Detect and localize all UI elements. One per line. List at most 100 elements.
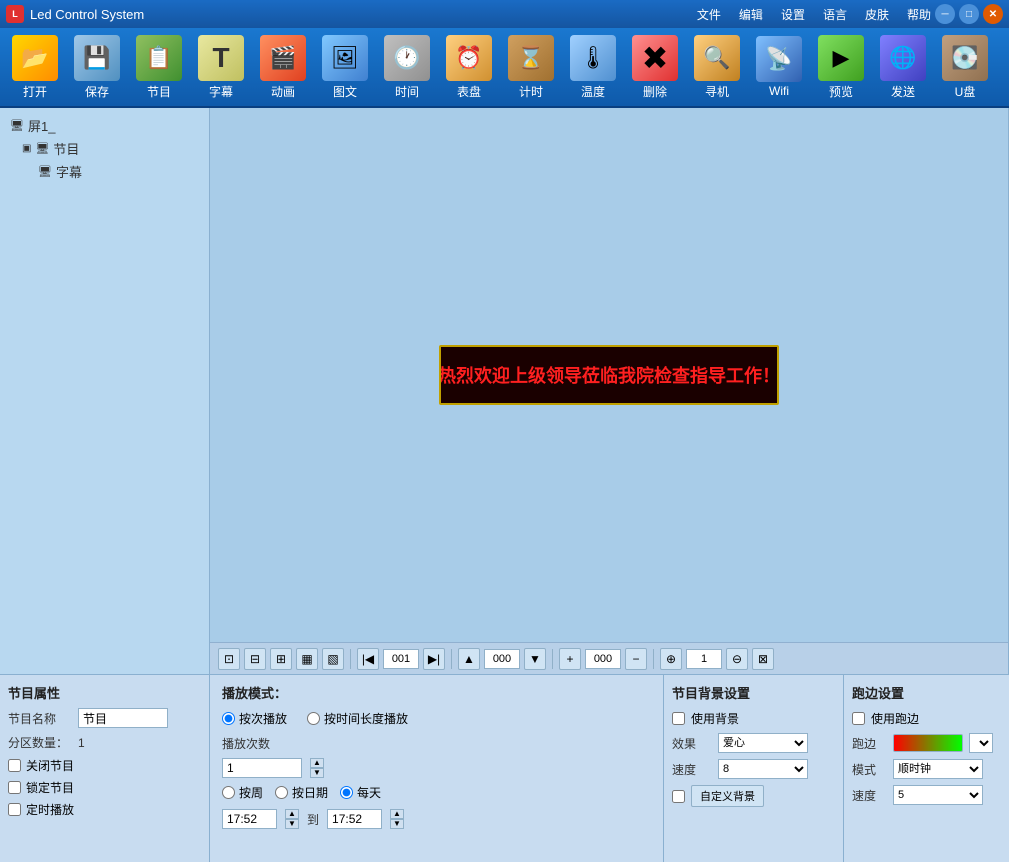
ctrl-next-page[interactable]: ▶|: [423, 648, 445, 670]
tool-animation[interactable]: 🎬 动画: [254, 31, 312, 104]
timer-row[interactable]: 定时播放: [8, 801, 201, 818]
tool-send[interactable]: 🌐 发送: [874, 31, 932, 104]
marquee-title: 跑边设置: [852, 683, 1001, 702]
ctrl-grid2[interactable]: ⊟: [244, 648, 266, 670]
tool-usb[interactable]: 💽 U盘: [936, 31, 994, 104]
tree-item-subtitle[interactable]: 🖥 字幕: [6, 160, 203, 183]
tool-time[interactable]: 🕐 时间: [378, 31, 436, 104]
close-button[interactable]: ✕: [983, 4, 1003, 24]
up-input[interactable]: [484, 649, 520, 669]
close-prog-row[interactable]: 关闭节目: [8, 757, 201, 774]
ctrl-grid4[interactable]: ▦: [296, 648, 318, 670]
use-marquee-row: 使用跑边: [852, 710, 1001, 727]
to-spin-up[interactable]: ▲: [390, 809, 404, 819]
radio-by-time-input[interactable]: [307, 712, 320, 725]
use-bg-checkbox[interactable]: [672, 712, 685, 725]
lock-prog-checkbox[interactable]: [8, 781, 21, 794]
tool-save[interactable]: 💾 保存: [68, 31, 126, 104]
prop-name-input[interactable]: [78, 708, 168, 728]
menu-language[interactable]: 语言: [819, 4, 851, 25]
window-controls: ─ □ ✕: [935, 4, 1003, 24]
tool-temp[interactable]: 🌡 温度: [564, 31, 622, 104]
menu-help[interactable]: 帮助: [903, 4, 935, 25]
menu-skin[interactable]: 皮肤: [861, 4, 893, 25]
separator3: [552, 649, 553, 669]
page-input[interactable]: [383, 649, 419, 669]
lock-prog-row[interactable]: 锁定节目: [8, 779, 201, 796]
tool-program[interactable]: 📋 节目: [130, 31, 188, 104]
ctrl-grid1[interactable]: ⊡: [218, 648, 240, 670]
menu-edit[interactable]: 编辑: [735, 4, 767, 25]
ctrl-up[interactable]: ▲: [458, 648, 480, 670]
animation-label: 动画: [271, 83, 295, 100]
ctrl-plus[interactable]: +: [559, 648, 581, 670]
ctrl-fit[interactable]: ⊠: [752, 648, 774, 670]
tree-item-program[interactable]: ▣ 🖥 节目: [6, 137, 203, 160]
time-from-input[interactable]: [222, 809, 277, 829]
use-marquee-checkbox[interactable]: [852, 712, 865, 725]
tool-wifi[interactable]: 📡 Wifi: [750, 32, 808, 102]
tool-delete[interactable]: ✖ 删除: [626, 31, 684, 104]
ctrl-prev-page[interactable]: |◀: [357, 648, 379, 670]
ctrl-grid5[interactable]: ▧: [322, 648, 344, 670]
mode-row: 模式 顺时钟: [852, 759, 1001, 779]
tool-search[interactable]: 🔍 寻机: [688, 31, 746, 104]
bg-title: 节目背景设置: [672, 683, 835, 702]
tool-image[interactable]: 🖼 图文: [316, 31, 374, 104]
from-spin-down[interactable]: ▼: [285, 819, 299, 829]
radio-by-week[interactable]: 按周: [222, 784, 263, 801]
radio-by-week-input[interactable]: [222, 786, 235, 799]
radio-by-count-input[interactable]: [222, 712, 235, 725]
plus-input[interactable]: [585, 649, 621, 669]
ctrl-zoom-in[interactable]: ⊕: [660, 648, 682, 670]
mode-select[interactable]: 顺时钟: [893, 759, 983, 779]
play-count-input[interactable]: [222, 758, 302, 778]
custom-bg-checkbox[interactable]: [672, 790, 685, 803]
radio-by-day-input[interactable]: [340, 786, 353, 799]
count-spin-down[interactable]: ▼: [310, 768, 324, 778]
mq-speed-select[interactable]: 5: [893, 785, 983, 805]
ctrl-down[interactable]: ▼: [524, 648, 546, 670]
program-tree-icon: 🖥: [35, 142, 49, 155]
tool-preview[interactable]: ▶ 预览: [812, 31, 870, 104]
subtitle-tree-icon: 🖥: [38, 165, 52, 178]
bg-speed-select[interactable]: 8: [718, 759, 808, 779]
ctrl-grid3[interactable]: ⊞: [270, 648, 292, 670]
tree-item-screen[interactable]: 🖥 屏1_: [6, 114, 203, 137]
from-spin-up[interactable]: ▲: [285, 809, 299, 819]
time-to-input[interactable]: [327, 809, 382, 829]
border-color-bar[interactable]: [893, 734, 963, 752]
to-spin-down[interactable]: ▼: [390, 819, 404, 829]
open-label: 打开: [23, 83, 47, 100]
menu-file[interactable]: 文件: [693, 4, 725, 25]
wifi-icon: 📡: [756, 36, 802, 82]
ctrl-minus[interactable]: −: [625, 648, 647, 670]
timer-checkbox[interactable]: [8, 803, 21, 816]
minimize-button[interactable]: ─: [935, 4, 955, 24]
ctrl-zoom-out[interactable]: ⊖: [726, 648, 748, 670]
tool-timer[interactable]: ⌛ 计时: [502, 31, 560, 104]
restore-button[interactable]: □: [959, 4, 979, 24]
radio-by-date-input[interactable]: [275, 786, 288, 799]
radio-by-date[interactable]: 按日期: [275, 784, 328, 801]
radio-by-count[interactable]: 按次播放: [222, 710, 287, 727]
tool-clock[interactable]: ⏰ 表盘: [440, 31, 498, 104]
tool-open[interactable]: 📂 打开: [6, 31, 64, 104]
subtitle-icon: T: [198, 35, 244, 81]
close-prog-checkbox[interactable]: [8, 759, 21, 772]
preview-canvas: 热烈欢迎上级领导莅临我院检查指导工作！: [210, 108, 1008, 642]
radio-by-time-label: 按时间长度播放: [324, 710, 408, 727]
bottom-area: 节目属性 节目名称 分区数量： 1 关闭节目 锁定节目 定时播放 播放模式： 按…: [0, 674, 1009, 862]
radio-by-time[interactable]: 按时间长度播放: [307, 710, 408, 727]
schedule-row: 按周 按日期 每天: [222, 784, 651, 801]
effect-select[interactable]: 爱心: [718, 733, 808, 753]
speed-row: 速度 8: [672, 759, 835, 779]
border-color-select[interactable]: ▼: [969, 733, 993, 753]
custom-bg-button[interactable]: 自定义背景: [691, 785, 764, 807]
animation-icon: 🎬: [260, 35, 306, 81]
zoom-input[interactable]: [686, 649, 722, 669]
tool-subtitle[interactable]: T 字幕: [192, 31, 250, 104]
radio-by-day[interactable]: 每天: [340, 784, 381, 801]
count-spin-up[interactable]: ▲: [310, 758, 324, 768]
menu-settings[interactable]: 设置: [777, 4, 809, 25]
